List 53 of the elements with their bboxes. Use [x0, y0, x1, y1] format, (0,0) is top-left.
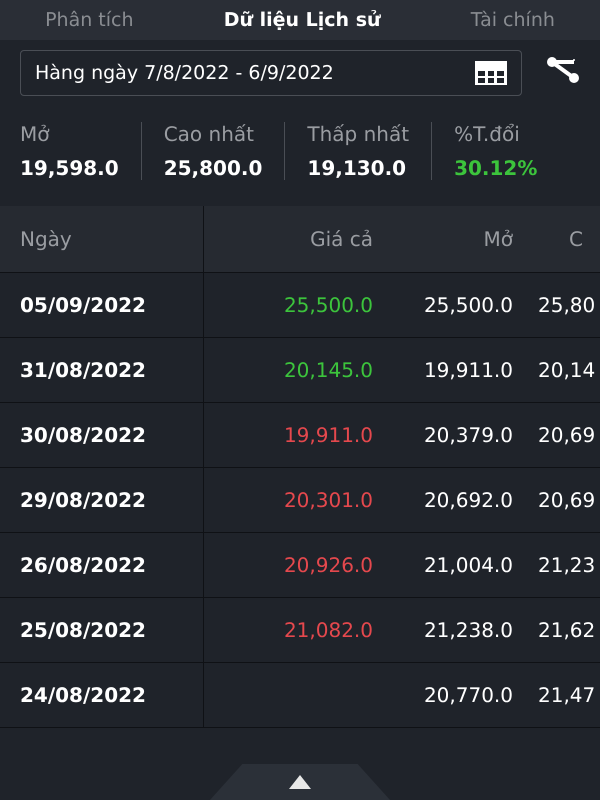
table-cell-text: 20,69 — [537, 488, 596, 512]
table-cell-text: 20,69 — [537, 423, 596, 447]
stat-label: Thấp nhất — [307, 122, 410, 146]
table-row[interactable]: 25/08/2022 21,082.0 21,238.0 21,62 — [0, 598, 600, 663]
table-row[interactable]: 30/08/2022 19,911.0 20,379.0 20,69 — [0, 403, 600, 468]
column-header[interactable]: Mở — [484, 227, 513, 251]
date-range-text: Hàng ngày 7/8/2022 - 6/9/2022 — [35, 62, 334, 84]
calendar-icon[interactable] — [475, 61, 507, 85]
table-cell-text: 21,23 — [537, 553, 596, 577]
table-row[interactable]: 05/09/2022 25,500.0 25,500.0 25,80 — [0, 273, 600, 338]
stat-label: Cao nhất — [164, 122, 255, 146]
tab[interactable]: Dữ liệu Lịch sử — [214, 3, 391, 37]
date-cell-text: 29/08/2022 — [19, 488, 147, 512]
date-cell-text: 30/08/2022 — [19, 423, 147, 447]
table-cell-text: 21,62 — [537, 618, 596, 642]
table-cell-text: 20,14 — [537, 358, 596, 382]
tab[interactable]: Tài chính — [460, 3, 565, 37]
table-cell-text: 21,47 — [537, 683, 596, 707]
price-cell: 20,145.0 — [284, 358, 373, 382]
price-cell: 21,082.0 — [284, 618, 373, 642]
price-cell: 19,911.0 — [284, 423, 373, 447]
stat-value: 19,130.0 — [307, 156, 408, 180]
column-header[interactable]: Giá cả — [310, 227, 373, 251]
date-cell-text: 24/08/2022 — [19, 683, 147, 707]
open-cell: 20,770.0 — [424, 683, 513, 707]
table-cell-text: 25,80 — [537, 293, 596, 317]
price-cell: 25,500.0 — [284, 293, 373, 317]
stat-value: 25,800.0 — [164, 156, 262, 180]
date-range-field[interactable]: Hàng ngày 7/8/2022 - 6/9/2022 — [20, 50, 522, 96]
stat-label: Mở — [20, 122, 50, 146]
date-cell-text: 26/08/2022 — [19, 553, 147, 577]
column-header[interactable]: C — [569, 227, 583, 251]
open-cell: 19,911.0 — [424, 358, 513, 382]
date-cell-text: 05/09/2022 — [19, 293, 147, 317]
tab[interactable]: Phân tích — [35, 3, 144, 37]
price-cell: 20,926.0 — [284, 553, 373, 577]
table-row[interactable]: 31/08/2022 20,145.0 19,911.0 20,14 — [0, 338, 600, 403]
date-cell-text: 25/08/2022 — [19, 618, 147, 642]
column-header[interactable]: Ngày — [0, 227, 72, 251]
table-row[interactable]: 29/08/2022 20,301.0 20,692.0 20,69 — [0, 468, 600, 533]
stat-value: 19,598.0 — [20, 156, 119, 180]
open-cell: 25,500.0 — [424, 293, 513, 317]
open-cell: 20,379.0 — [424, 423, 513, 447]
stat-label: %T.đổi — [454, 122, 521, 146]
price-cell: 20,301.0 — [284, 488, 373, 512]
open-cell: 21,004.0 — [424, 553, 513, 577]
table-row[interactable]: 26/08/2022 20,926.0 21,004.0 21,23 — [0, 533, 600, 598]
open-cell: 20,692.0 — [424, 488, 513, 512]
table-row[interactable]: 24/08/2022 20,770.0 21,47 — [0, 663, 600, 728]
date-cell-text: 31/08/2022 — [19, 358, 147, 382]
stat-value: 30.12% — [454, 156, 538, 180]
up-triangle-icon — [289, 775, 311, 789]
open-cell: 21,238.0 — [424, 618, 513, 642]
